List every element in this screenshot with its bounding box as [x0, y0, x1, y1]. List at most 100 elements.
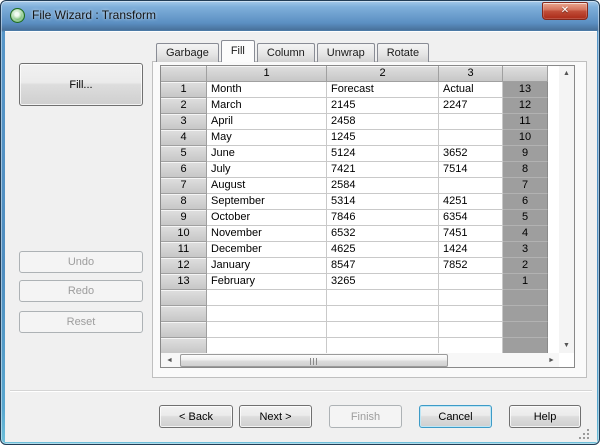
cell-col2[interactable]: [327, 290, 439, 306]
cell-selected-column[interactable]: 4: [503, 226, 548, 242]
cell-selected-column[interactable]: [503, 306, 548, 322]
cell-selected-column[interactable]: 8: [503, 162, 548, 178]
close-button[interactable]: ✕: [542, 2, 588, 20]
cell-col3[interactable]: 6354: [439, 210, 503, 226]
cell-col1[interactable]: December: [207, 242, 327, 258]
cell-col1[interactable]: November: [207, 226, 327, 242]
cell-selected-column[interactable]: 11: [503, 114, 548, 130]
cell-col1[interactable]: [207, 306, 327, 322]
row-header-cell[interactable]: 4: [161, 130, 207, 146]
horizontal-scrollbar[interactable]: ◄ ►: [161, 353, 559, 368]
row-header-cell[interactable]: 6: [161, 162, 207, 178]
row-header-cell[interactable]: 7: [161, 178, 207, 194]
cancel-button[interactable]: Cancel: [419, 405, 492, 428]
cell-selected-column[interactable]: 6: [503, 194, 548, 210]
cell-col1[interactable]: August: [207, 178, 327, 194]
cell-col3[interactable]: 1424: [439, 242, 503, 258]
fill-button[interactable]: Fill...: [19, 63, 143, 106]
cell-col2[interactable]: 8547: [327, 258, 439, 274]
cell-col2[interactable]: [327, 322, 439, 338]
cell-col2[interactable]: 2458: [327, 114, 439, 130]
column-header-4[interactable]: [503, 66, 548, 82]
cell-col1[interactable]: May: [207, 130, 327, 146]
next-button[interactable]: Next >: [239, 405, 312, 428]
cell-col3[interactable]: [439, 338, 503, 353]
row-header-cell[interactable]: [161, 338, 207, 353]
cell-col1[interactable]: October: [207, 210, 327, 226]
cell-col3[interactable]: [439, 274, 503, 290]
redo-button[interactable]: Redo: [19, 280, 143, 302]
cell-col3[interactable]: Actual: [439, 82, 503, 98]
cell-col3[interactable]: 7451: [439, 226, 503, 242]
cell-col2[interactable]: 4625: [327, 242, 439, 258]
cell-col2[interactable]: [327, 306, 439, 322]
cell-col2[interactable]: 2145: [327, 98, 439, 114]
column-header-2[interactable]: 2: [327, 66, 439, 82]
tab-unwrap[interactable]: Unwrap: [317, 43, 375, 62]
cell-col2[interactable]: [327, 338, 439, 353]
help-button[interactable]: Help: [509, 405, 581, 428]
column-header-3[interactable]: 3: [439, 66, 503, 82]
cell-selected-column[interactable]: 12: [503, 98, 548, 114]
cell-col1[interactable]: [207, 338, 327, 353]
row-header-cell[interactable]: [161, 322, 207, 338]
cell-selected-column[interactable]: 2: [503, 258, 548, 274]
row-header-cell[interactable]: 13: [161, 274, 207, 290]
cell-col3[interactable]: 4251: [439, 194, 503, 210]
cell-selected-column[interactable]: 9: [503, 146, 548, 162]
row-header-cell[interactable]: 8: [161, 194, 207, 210]
row-header-cell[interactable]: [161, 306, 207, 322]
cell-selected-column[interactable]: [503, 290, 548, 306]
cell-col1[interactable]: April: [207, 114, 327, 130]
cell-col2[interactable]: 7846: [327, 210, 439, 226]
tab-column[interactable]: Column: [257, 43, 315, 62]
tab-fill[interactable]: Fill: [221, 40, 255, 62]
cell-col1[interactable]: [207, 322, 327, 338]
titlebar[interactable]: File Wizard : Transform ✕: [1, 1, 599, 31]
cell-col1[interactable]: Month: [207, 82, 327, 98]
cell-col3[interactable]: [439, 178, 503, 194]
cell-col1[interactable]: January: [207, 258, 327, 274]
cell-col2[interactable]: 5314: [327, 194, 439, 210]
cell-col1[interactable]: September: [207, 194, 327, 210]
grid-corner-cell[interactable]: [161, 66, 207, 82]
row-header-cell[interactable]: 1: [161, 82, 207, 98]
cell-selected-column[interactable]: 1: [503, 274, 548, 290]
scroll-left-icon[interactable]: ◄: [162, 353, 177, 368]
cell-selected-column[interactable]: [503, 322, 548, 338]
cell-col3[interactable]: [439, 306, 503, 322]
cell-col1[interactable]: February: [207, 274, 327, 290]
scroll-up-icon[interactable]: ▲: [559, 66, 574, 81]
cell-selected-column[interactable]: [503, 338, 548, 353]
cell-col2[interactable]: 1245: [327, 130, 439, 146]
cell-col2[interactable]: 7421: [327, 162, 439, 178]
cell-col3[interactable]: 7514: [439, 162, 503, 178]
row-header-cell[interactable]: 2: [161, 98, 207, 114]
cell-col2[interactable]: 5124: [327, 146, 439, 162]
cell-col3[interactable]: 3652: [439, 146, 503, 162]
finish-button[interactable]: Finish: [329, 405, 402, 428]
horizontal-scrollbar-thumb[interactable]: [180, 354, 448, 367]
resize-grip[interactable]: [587, 437, 589, 439]
back-button[interactable]: < Back: [159, 405, 233, 428]
row-header-cell[interactable]: 3: [161, 114, 207, 130]
cell-col3[interactable]: [439, 322, 503, 338]
cell-selected-column[interactable]: 3: [503, 242, 548, 258]
row-header-cell[interactable]: 10: [161, 226, 207, 242]
cell-selected-column[interactable]: 5: [503, 210, 548, 226]
cell-col1[interactable]: July: [207, 162, 327, 178]
tab-rotate[interactable]: Rotate: [377, 43, 429, 62]
tab-garbage[interactable]: Garbage: [156, 43, 219, 62]
vertical-scrollbar[interactable]: ▲ ▼: [559, 66, 574, 353]
column-header-1[interactable]: 1: [207, 66, 327, 82]
scroll-down-icon[interactable]: ▼: [559, 338, 574, 353]
cell-selected-column[interactable]: 13: [503, 82, 548, 98]
row-header-cell[interactable]: [161, 290, 207, 306]
cell-col3[interactable]: [439, 290, 503, 306]
cell-col2[interactable]: 2584: [327, 178, 439, 194]
cell-col1[interactable]: June: [207, 146, 327, 162]
cell-selected-column[interactable]: 10: [503, 130, 548, 146]
cell-col2[interactable]: 3265: [327, 274, 439, 290]
row-header-cell[interactable]: 11: [161, 242, 207, 258]
cell-col3[interactable]: [439, 130, 503, 146]
